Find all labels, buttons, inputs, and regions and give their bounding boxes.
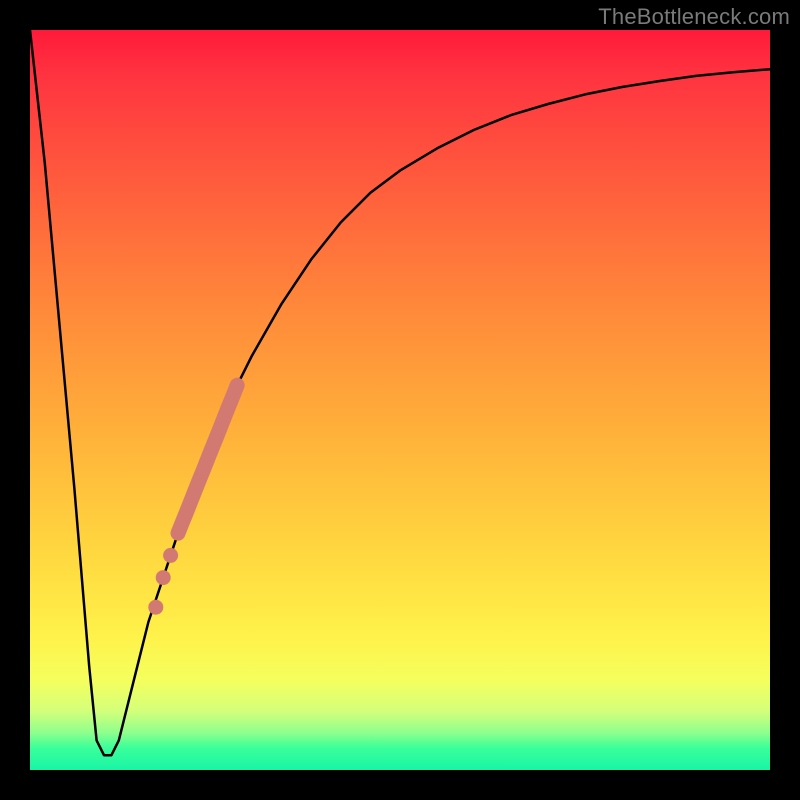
chart-frame: TheBottleneck.com xyxy=(0,0,800,800)
attribution-watermark: TheBottleneck.com xyxy=(598,4,790,30)
plot-background-gradient xyxy=(30,30,770,770)
